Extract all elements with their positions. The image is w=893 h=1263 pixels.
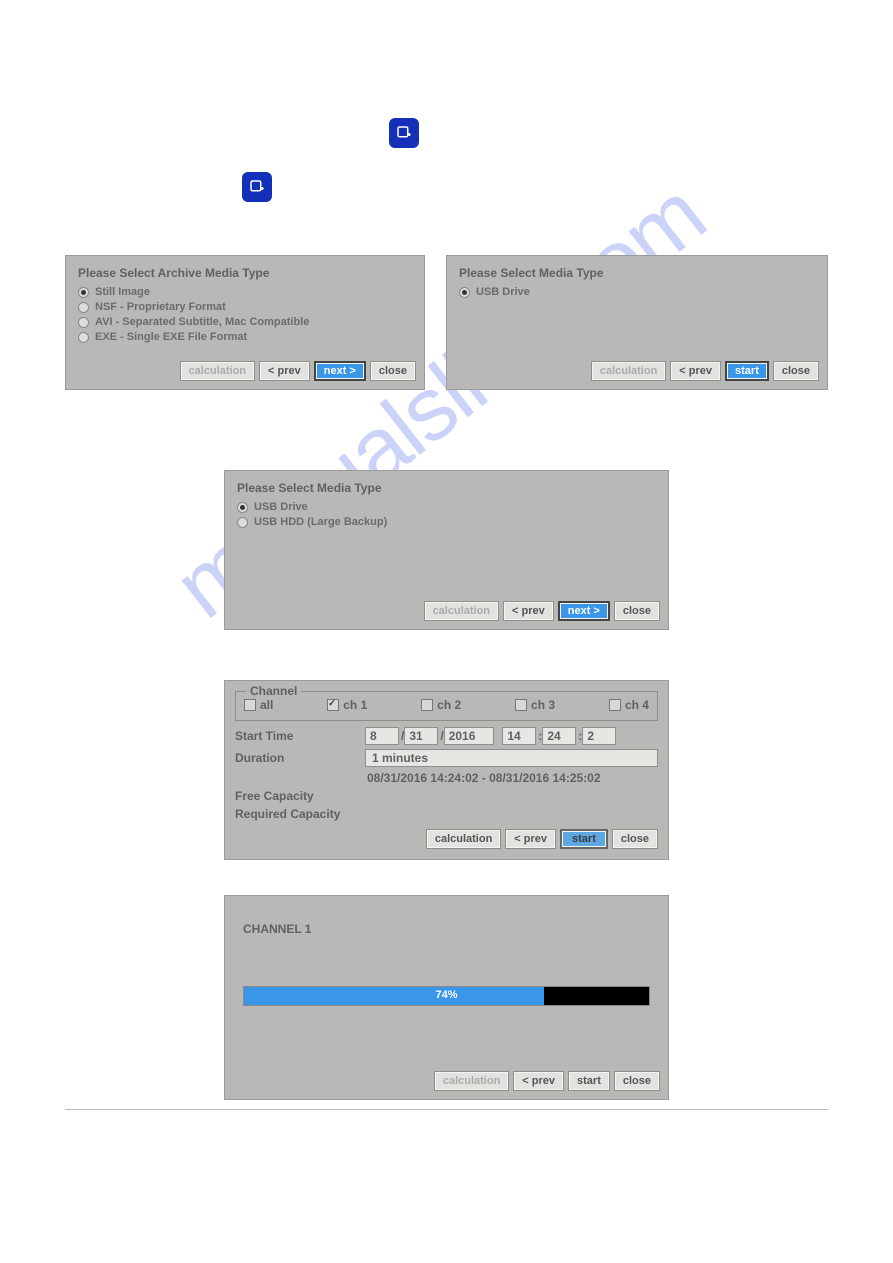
- dialog-title: Please Select Archive Media Type: [78, 266, 412, 280]
- close-button[interactable]: close: [370, 361, 416, 381]
- checkbox-all[interactable]: all: [244, 698, 273, 712]
- checkbox-ch1[interactable]: ch 1: [327, 698, 367, 712]
- duration-select[interactable]: 1 minutes: [365, 749, 658, 767]
- radio-still-image[interactable]: Still Image: [78, 286, 412, 298]
- checkbox-ch4[interactable]: ch 4: [609, 698, 649, 712]
- radio-usb-drive[interactable]: USB Drive: [459, 286, 815, 298]
- prev-button[interactable]: < prev: [513, 1071, 564, 1091]
- day-spinner[interactable]: 31: [404, 727, 438, 745]
- checkbox-ch3[interactable]: ch 3: [515, 698, 555, 712]
- start-button[interactable]: start: [568, 1071, 610, 1091]
- close-button[interactable]: close: [773, 361, 819, 381]
- radio-usb-drive[interactable]: USB Drive: [237, 501, 656, 513]
- time-range: 08/31/2016 14:24:02 - 08/31/2016 14:25:0…: [367, 771, 658, 785]
- dialog-title: Please Select Media Type: [459, 266, 815, 280]
- prev-button[interactable]: < prev: [259, 361, 310, 381]
- channel-legend: Channel: [246, 684, 301, 698]
- duration-label: Duration: [235, 751, 365, 765]
- page-divider: [65, 1109, 828, 1110]
- progress-text: 74%: [244, 989, 649, 1001]
- close-button[interactable]: close: [612, 829, 658, 849]
- radio-avi[interactable]: AVI - Separated Subtitle, Mac Compatible: [78, 316, 412, 328]
- channel-time-dialog: Channel all ch 1 ch 2 ch 3 ch 4 Start Ti…: [224, 680, 669, 860]
- channel-label: CHANNEL 1: [243, 922, 656, 936]
- channel-fieldset: Channel all ch 1 ch 2 ch 3 ch 4: [235, 691, 658, 721]
- prev-button[interactable]: < prev: [503, 601, 554, 621]
- month-spinner[interactable]: 8: [365, 727, 399, 745]
- radio-exe[interactable]: EXE - Single EXE File Format: [78, 331, 412, 343]
- calculation-button[interactable]: calculation: [591, 361, 666, 381]
- start-button[interactable]: start: [560, 829, 608, 849]
- close-button[interactable]: close: [614, 601, 660, 621]
- dialog-title: Please Select Media Type: [237, 481, 656, 495]
- hour-spinner[interactable]: 14: [502, 727, 536, 745]
- start-button[interactable]: start: [725, 361, 769, 381]
- add-icon: [389, 118, 419, 148]
- calculation-button[interactable]: calculation: [424, 601, 499, 621]
- calculation-button[interactable]: calculation: [426, 829, 501, 849]
- progress-dialog: CHANNEL 1 74% calculation < prev start c…: [224, 895, 669, 1100]
- free-capacity-label: Free Capacity: [235, 789, 365, 803]
- calculation-button[interactable]: calculation: [434, 1071, 509, 1091]
- close-button[interactable]: close: [614, 1071, 660, 1091]
- calculation-button[interactable]: calculation: [180, 361, 255, 381]
- radio-nsf[interactable]: NSF - Proprietary Format: [78, 301, 412, 313]
- required-capacity-label: Required Capacity: [235, 807, 395, 821]
- media-type-dialog-hdd: Please Select Media Type USB Drive USB H…: [224, 470, 669, 630]
- prev-button[interactable]: < prev: [505, 829, 556, 849]
- archive-media-type-dialog: Please Select Archive Media Type Still I…: [65, 255, 425, 390]
- prev-button[interactable]: < prev: [670, 361, 721, 381]
- add-icon: [242, 172, 272, 202]
- next-button[interactable]: next >: [314, 361, 366, 381]
- start-time-label: Start Time: [235, 729, 365, 743]
- next-button[interactable]: next >: [558, 601, 610, 621]
- minute-spinner[interactable]: 24: [542, 727, 576, 745]
- progress-bar: 74%: [243, 986, 650, 1006]
- checkbox-ch2[interactable]: ch 2: [421, 698, 461, 712]
- year-spinner[interactable]: 2016: [444, 727, 494, 745]
- media-type-dialog-usb: Please Select Media Type USB Drive calcu…: [446, 255, 828, 390]
- radio-usb-hdd[interactable]: USB HDD (Large Backup): [237, 516, 656, 528]
- second-spinner[interactable]: 2: [582, 727, 616, 745]
